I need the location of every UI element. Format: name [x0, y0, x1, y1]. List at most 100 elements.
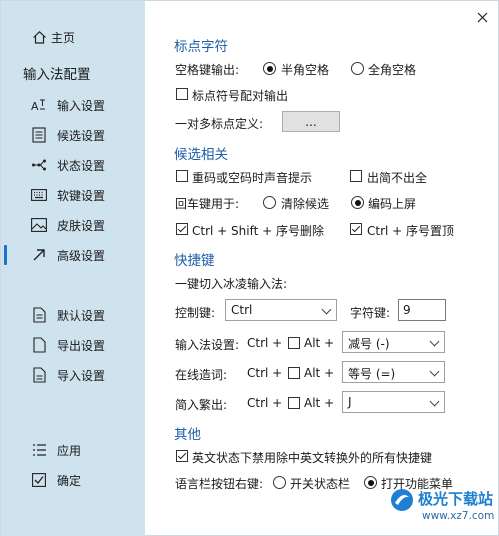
apply-label: 应用 — [57, 443, 82, 458]
disable-shortcuts-label: 英文状态下禁用除中英文转换外的所有快捷键 — [192, 451, 433, 465]
sidebar-item-status-settings[interactable]: 状态设置 — [1, 153, 145, 177]
sidebar-item-label: 状态设置 — [57, 158, 106, 173]
half-width-space-label: 半角空格 — [281, 63, 330, 77]
full-width-space-radio[interactable] — [351, 62, 364, 75]
status-settings-icon — [31, 157, 47, 173]
langbar-status-radio[interactable] — [273, 476, 286, 489]
simp-to-trad-key-select[interactable]: J — [342, 391, 445, 413]
default-doc-icon — [31, 307, 47, 323]
sidebar-item-default-settings[interactable]: 默认设置 — [1, 303, 145, 327]
enter-key-label: 回车键用于: — [175, 197, 240, 211]
toggle-ime-label: 一键切入冰凌输入法: — [175, 277, 288, 291]
import-doc-icon — [31, 367, 47, 383]
apply-button[interactable]: 应用 — [1, 438, 145, 462]
punct-pair-checkbox[interactable] — [176, 88, 188, 100]
sidebar-item-skin-settings[interactable]: 皮肤设置 — [1, 213, 145, 237]
export-doc-icon — [31, 337, 47, 353]
langbar-right-click-label: 语言栏按钮右键: — [175, 477, 264, 491]
close-button[interactable] — [471, 6, 493, 28]
checkbox-check-icon — [31, 472, 47, 488]
candidate-settings-icon — [31, 127, 47, 143]
section-title-punctuation: 标点字符 — [174, 39, 228, 55]
sidebar-item-input-settings[interactable]: A 输入设置 — [1, 93, 145, 117]
char-key-input[interactable]: 9 — [398, 299, 446, 321]
sidebar-item-soft-keyboard[interactable]: 软键设置 — [1, 183, 145, 207]
langbar-status-label: 开关状态栏 — [290, 477, 351, 491]
close-icon — [477, 12, 487, 22]
sidebar-item-label: 导出设置 — [57, 338, 106, 353]
sidebar-item-label: 高级设置 — [57, 248, 106, 263]
enter-clear-radio[interactable] — [263, 196, 276, 209]
alt-checkbox[interactable] — [288, 367, 300, 379]
watermark-logo: 极光下载站 www.xz7.com — [389, 483, 497, 535]
section-title-shortcut: 快捷键 — [174, 253, 215, 269]
section-title-other: 其他 — [174, 427, 201, 443]
online-word-key-select[interactable]: 等号 (=) — [342, 361, 445, 383]
multi-punct-button[interactable]: ... — [282, 111, 340, 132]
skin-image-icon — [31, 217, 47, 233]
chevron-down-icon — [429, 366, 440, 377]
ctrl-plus-text: Ctrl + — [247, 396, 283, 410]
shortcut-row-label: 在线造词: — [175, 368, 228, 382]
sidebar: 主页 输入法配置 A 输入设置 候选设置 状态设置 软键设置 皮肤设置 高级设置… — [1, 1, 145, 536]
char-key-value: 9 — [403, 303, 411, 317]
control-key-select[interactable]: Ctrl — [225, 299, 337, 321]
shortcut-row-label: 简入繁出: — [175, 398, 228, 412]
keyboard-icon — [31, 187, 47, 203]
sidebar-heading: 输入法配置 — [23, 67, 91, 83]
ctrl-plus-text: Ctrl + — [247, 366, 283, 380]
control-key-label: 控制键: — [175, 306, 216, 320]
ctrl-top-checkbox[interactable] — [350, 223, 362, 235]
sidebar-item-label: 候选设置 — [57, 128, 106, 143]
ok-label: 确定 — [57, 473, 82, 488]
enter-code-label: 编码上屏 — [368, 197, 417, 211]
langbar-menu-radio[interactable] — [364, 476, 377, 489]
char-key-label: 字符键: — [350, 306, 391, 320]
input-settings-icon: A — [31, 97, 47, 113]
punct-pair-label: 标点符号配对输出 — [192, 89, 289, 103]
sidebar-item-label: 皮肤设置 — [57, 218, 106, 233]
section-title-candidate: 候选相关 — [174, 147, 228, 163]
advanced-arrow-icon — [31, 247, 47, 263]
sidebar-item-label: 软键设置 — [57, 188, 106, 203]
ctrl-shift-delete-checkbox[interactable] — [176, 223, 188, 235]
settings-window: 主页 输入法配置 A 输入设置 候选设置 状态设置 软键设置 皮肤设置 高级设置… — [0, 0, 499, 536]
enter-code-radio[interactable] — [351, 196, 364, 209]
dup-sound-checkbox[interactable] — [176, 170, 188, 182]
sidebar-item-import-settings[interactable]: 导入设置 — [1, 363, 145, 387]
sidebar-item-advanced-settings[interactable]: 高级设置 — [1, 243, 145, 267]
alt-checkbox[interactable] — [288, 337, 300, 349]
ok-button[interactable]: 确定 — [1, 468, 145, 492]
half-width-space-radio[interactable] — [263, 62, 276, 75]
chevron-down-icon — [429, 396, 440, 407]
simple-only-checkbox[interactable] — [350, 170, 362, 182]
chevron-down-icon — [321, 304, 332, 315]
select-value: J — [348, 395, 352, 409]
aurora-logo-icon — [391, 489, 413, 511]
alt-checkbox[interactable] — [288, 397, 300, 409]
full-width-space-label: 全角空格 — [368, 63, 417, 77]
disable-shortcuts-checkbox[interactable] — [176, 450, 188, 462]
alt-plus-text: Alt + — [304, 336, 335, 350]
sidebar-item-candidate-settings[interactable]: 候选设置 — [1, 123, 145, 147]
space-output-label: 空格键输出: — [175, 63, 240, 77]
sidebar-item-label: 输入设置 — [57, 98, 106, 113]
sidebar-item-label: 默认设置 — [57, 308, 106, 323]
ime-settings-key-select[interactable]: 减号 (-) — [342, 331, 445, 353]
ctrl-plus-text: Ctrl + — [247, 336, 283, 350]
select-value: 减号 (-) — [348, 337, 390, 351]
sidebar-item-label: 导入设置 — [57, 368, 106, 383]
sidebar-item-home[interactable]: 主页 — [1, 25, 145, 49]
sidebar-home-label: 主页 — [51, 30, 76, 45]
sidebar-item-export-settings[interactable]: 导出设置 — [1, 333, 145, 357]
chevron-down-icon — [429, 336, 440, 347]
ctrl-shift-delete-label: Ctrl + Shift + 序号删除 — [192, 224, 324, 238]
select-value: 等号 (=) — [348, 367, 396, 381]
simple-only-label: 出简不出全 — [367, 171, 428, 185]
dup-sound-label: 重码或空码时声音提示 — [192, 171, 313, 185]
watermark-url: www.xz7.com — [422, 510, 495, 522]
watermark-text: 极光下载站 — [418, 490, 494, 508]
alt-plus-text: Alt + — [304, 366, 335, 380]
home-icon — [31, 29, 47, 45]
list-icon — [31, 442, 47, 458]
